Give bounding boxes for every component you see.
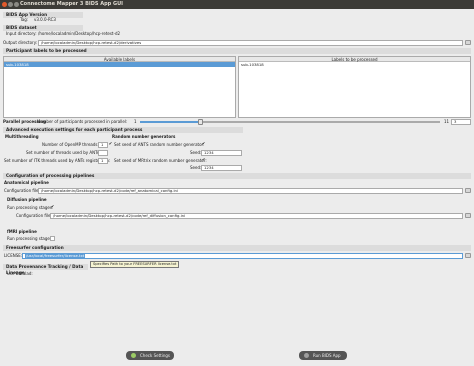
output-directory-browse-button[interactable]	[465, 40, 471, 45]
list-item[interactable]: sub-103818	[239, 62, 470, 67]
license-value: /usr/local/freesurfer/license.txt	[25, 253, 86, 258]
license-browse-button[interactable]	[465, 253, 471, 258]
participants-section: Participant labels to be processed	[3, 48, 471, 54]
mrtrix-seed-checkbox[interactable]: ✔	[201, 158, 206, 163]
diffusion-heading: Diffusion pipeline	[7, 197, 47, 202]
provenance-section: Data Provenance Tracking / Data Lineage	[3, 264, 88, 275]
output-directory-label: Output directory:	[3, 40, 38, 45]
ants-seed-field[interactable]: 1234	[201, 150, 242, 156]
anat-config-field[interactable]: /home/localadmin/Desktop/hcp-retest-d2/c…	[38, 188, 463, 194]
output-directory-field[interactable]: /home/localadmin/Desktop/hcp-retest-d2/d…	[38, 40, 463, 46]
itk-threads-spinbox[interactable]: 1	[98, 158, 108, 164]
diff-config-browse-button[interactable]	[465, 213, 471, 218]
check-settings-label: Check Settings	[140, 353, 170, 358]
parallel-spinbox[interactable]: 3	[451, 119, 471, 125]
itk-threads-label: Set number of ITK threads used by ANTs r…	[4, 158, 111, 163]
openmp-spinbox[interactable]: 1	[98, 142, 108, 148]
ants-seed-value-label: Seed:	[190, 150, 202, 155]
fmri-heading: fMRI pipeline	[7, 229, 37, 234]
window-titlebar: Connectome Mapper 3 BIDS App GUI	[0, 0, 474, 9]
tag-label: Tag:	[20, 17, 29, 22]
ants-seed-enable-checkbox[interactable]: ✔	[201, 142, 206, 147]
mrtrix-seed-value-label: Seed:	[190, 165, 202, 170]
openmp-label: Number of OpenMP threads:	[42, 142, 99, 147]
rng-heading: Random number generators	[112, 134, 176, 139]
check-settings-button[interactable]: Check Settings	[126, 351, 174, 360]
anat-config-label: Configuration file:	[4, 188, 40, 193]
freesurfer-section: Freesurfer configuration	[3, 245, 471, 251]
tag-value: v3.0.0-RC3	[34, 17, 56, 22]
maximize-icon[interactable]	[14, 2, 19, 7]
fmri-run-label: Run processing stages:	[7, 236, 54, 241]
license-label: LICENSE:	[4, 253, 23, 258]
diff-config-label: Configuration file:	[16, 213, 52, 218]
ants-threads-label: Set number of threads used by ANTs:	[26, 150, 101, 155]
available-labels-list[interactable]: Available labels sub-103818	[3, 56, 236, 118]
fmri-run-checkbox[interactable]	[50, 236, 55, 241]
run-bids-app-label: Run BIDS App	[313, 353, 341, 358]
run-bids-app-button[interactable]: Run BIDS App	[299, 351, 347, 360]
window-title: Connectome Mapper 3 BIDS App GUI	[20, 1, 124, 7]
diff-config-field[interactable]: /home/localadmin/Desktop/hcp-retest-d2/c…	[50, 213, 463, 219]
close-icon[interactable]	[2, 2, 7, 7]
labels-to-process-list[interactable]: Labels to be processed sub-103818	[238, 56, 471, 118]
ants-threads-spinbox[interactable]	[98, 150, 108, 156]
anat-config-browse-button[interactable]	[465, 188, 471, 193]
parallel-label: Number of participants processed in para…	[37, 119, 128, 124]
advanced-settings-section: Advanced execution settings for each par…	[3, 127, 243, 133]
list-item[interactable]: sub-103818	[4, 62, 235, 67]
datalad-label: Use Datalad:	[7, 271, 33, 276]
anatomical-heading: Anatomical pipeline	[4, 180, 49, 185]
input-directory-value: /home/localadmin/Desktop/hcp-retest-d2	[38, 31, 121, 36]
input-directory-label: Input directory:	[6, 31, 37, 36]
parallel-min: 1	[134, 119, 137, 124]
ants-seed-label: Set seed of ANTS random number generator…	[114, 142, 205, 147]
minimize-icon[interactable]	[8, 2, 13, 7]
mrtrix-seed-field[interactable]: 1234	[201, 165, 242, 171]
parallel-slider-fill	[140, 121, 200, 123]
parallel-slider-handle[interactable]	[198, 119, 203, 125]
license-field[interactable]: /usr/local/freesurfer/license.txt	[22, 253, 463, 259]
license-tooltip: Specifies Path to your FREESURFER licens…	[90, 261, 180, 268]
ants-seed-checkbox[interactable]: ✔	[108, 142, 113, 147]
parallel-slider[interactable]	[140, 119, 440, 125]
multithreading-heading: Multithreading	[5, 134, 39, 139]
check-icon	[131, 353, 136, 358]
mrtrix-seed-label: Set seed of MRtrix random number generat…	[114, 158, 207, 163]
parallel-max: 11	[444, 119, 450, 124]
diff-run-label: Run processing stages:	[7, 205, 54, 210]
run-icon	[304, 353, 309, 358]
diff-run-checkbox[interactable]: ✔	[50, 205, 55, 210]
pipelines-section: Configuration of processing pipelines	[3, 173, 471, 179]
